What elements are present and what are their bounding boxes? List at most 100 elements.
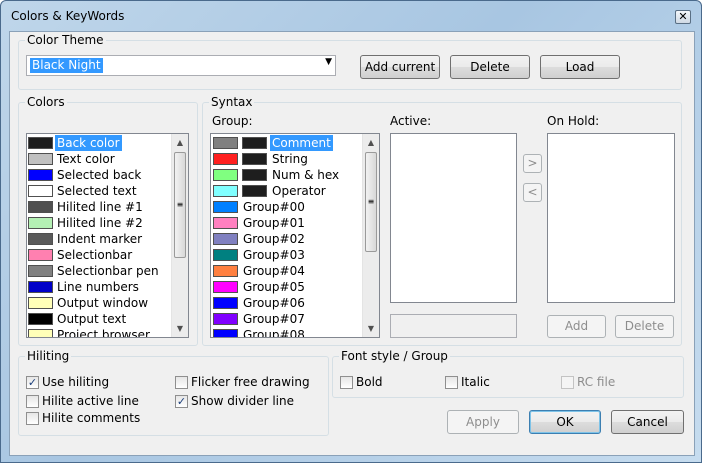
fg-color-swatch [213, 313, 238, 325]
checkbox-box[interactable] [340, 376, 353, 389]
color-swatch [28, 201, 53, 213]
color-item-label: Selected text [57, 184, 137, 198]
syntax-group-item[interactable]: Group#02 [211, 231, 363, 247]
fg-color-swatch [213, 185, 238, 197]
color-item-label: Line numbers [57, 280, 139, 294]
checkbox-box[interactable] [561, 376, 574, 389]
window-title: Colors & KeyWords [11, 9, 125, 23]
fg-color-swatch [213, 249, 238, 261]
scroll-up-icon[interactable]: ▲ [172, 134, 188, 151]
colors-listbox[interactable]: Project browser Output text Output window L… [26, 133, 189, 338]
color-item-label: Project browser [57, 328, 150, 338]
checkbox-label: RC file [577, 375, 616, 389]
checkmark-icon[interactable]: ✓ [175, 395, 188, 408]
syntax-group-item[interactable]: Num & hex [211, 167, 363, 183]
color-swatch [28, 185, 53, 197]
chevron-down-icon: ▼ [325, 57, 332, 67]
apply-button[interactable]: Apply [447, 410, 519, 434]
add-current-button[interactable]: Add current [360, 55, 440, 79]
color-list-item[interactable]: Indent marker [27, 231, 172, 247]
fg-color-swatch [213, 329, 238, 337]
color-item-label: Hilited line #2 [57, 216, 143, 230]
color-item-label: Text color [57, 152, 115, 166]
syntax-group-item[interactable]: Group#01 [211, 215, 363, 231]
fg-color-swatch [213, 153, 238, 165]
syntax-group-label: String [272, 152, 308, 166]
color-list-item[interactable]: Selected back [27, 167, 172, 183]
syntax-scroll-thumb[interactable]: ≡ [365, 152, 377, 252]
color-list-item[interactable]: Selected text [27, 183, 172, 199]
color-list-item[interactable]: Selectionbar pen [27, 263, 172, 279]
scroll-down-icon[interactable]: ▼ [363, 320, 379, 337]
scroll-up-icon[interactable]: ▲ [363, 134, 379, 151]
color-item-label: Output text [57, 312, 127, 326]
syntax-group-item[interactable]: Group#04 [211, 263, 363, 279]
fg-color-swatch [213, 233, 238, 245]
syntax-group-item[interactable]: String [211, 151, 363, 167]
bg-color-swatch [242, 185, 267, 197]
syntax-group-label: Group#00 [243, 200, 305, 214]
syntax-scrollbar[interactable]: ▲ ≡ ▼ [362, 134, 379, 337]
delete-syntax-button[interactable]: Delete [615, 315, 674, 338]
add-syntax-button[interactable]: Add [547, 315, 606, 338]
color-theme-combo[interactable]: Black Night ▼ [26, 55, 336, 76]
active-text-field[interactable] [390, 314, 517, 338]
color-list-item[interactable]: Line numbers [27, 279, 172, 295]
move-right-button[interactable]: > [523, 154, 542, 173]
font-style-label: Font style / Group [339, 349, 450, 363]
color-swatch [28, 313, 53, 325]
color-list-item[interactable]: Back color [27, 135, 172, 151]
syntax-group-item[interactable]: Operator [211, 183, 363, 199]
ok-button[interactable]: OK [529, 410, 601, 434]
color-list-item[interactable]: Project browser [27, 327, 172, 338]
checkbox-box[interactable] [445, 376, 458, 389]
checkbox-box[interactable] [175, 376, 188, 389]
color-swatch [28, 281, 53, 293]
color-list-item[interactable]: Output window [27, 295, 172, 311]
color-swatch [28, 249, 53, 261]
scroll-down-icon[interactable]: ▼ [172, 320, 188, 337]
fg-color-swatch [213, 137, 238, 149]
color-list-item[interactable]: Text color [27, 151, 172, 167]
colors-scrollbar[interactable]: ▲ ≡ ▼ [171, 134, 188, 337]
color-list-item[interactable]: Hilited line #1 [27, 199, 172, 215]
syntax-group-item[interactable]: Group#00 [211, 199, 363, 215]
color-list-item[interactable]: Output text [27, 311, 172, 327]
syntax-label: Syntax [209, 95, 255, 109]
checkmark-icon[interactable]: ✓ [26, 376, 39, 389]
syntax-group-item[interactable]: Comment [211, 135, 363, 151]
checkbox-label: Hilite comments [42, 411, 141, 425]
syntax-group-label: Comment [270, 135, 333, 151]
checkbox-box[interactable] [26, 412, 39, 425]
cancel-button[interactable]: Cancel [611, 410, 684, 434]
syntax-group-item[interactable]: Group#03 [211, 247, 363, 263]
checkbox-label: Flicker free drawing [191, 375, 310, 389]
checkbox-box[interactable] [26, 395, 39, 408]
colors-scroll-thumb[interactable]: ≡ [174, 152, 186, 258]
load-theme-button[interactable]: Load [540, 55, 620, 79]
color-list-item[interactable]: Hilited line #2 [27, 215, 172, 231]
fg-color-swatch [213, 217, 238, 229]
move-left-button[interactable]: < [523, 183, 542, 202]
title-bar[interactable]: Colors & KeyWords ✕ [1, 1, 701, 31]
delete-theme-button[interactable]: Delete [450, 55, 530, 79]
on-hold-listbox[interactable] [547, 133, 675, 303]
color-swatch [28, 137, 53, 149]
fg-color-swatch [213, 169, 238, 181]
fg-color-swatch [213, 281, 238, 293]
color-list-item[interactable]: Selectionbar [27, 247, 172, 263]
syntax-group-label: Group#01 [243, 216, 305, 230]
color-swatch [28, 169, 53, 181]
syntax-group-label: Group#06 [243, 296, 305, 310]
close-button[interactable]: ✕ [675, 10, 691, 24]
active-listbox[interactable] [390, 133, 517, 303]
grip-icon: ≡ [176, 200, 184, 209]
syntax-group-item[interactable]: Group#07 [211, 311, 363, 327]
color-swatch [28, 297, 53, 309]
colors-label: Colors [25, 95, 67, 109]
syntax-group-item[interactable]: Group#06 [211, 295, 363, 311]
syntax-group-label: Num & hex [272, 168, 340, 182]
syntax-group-listbox[interactable]: Group#08 Group#07 Group#06 Group#05 Group#04… [210, 133, 380, 338]
syntax-group-item[interactable]: Group#08 [211, 327, 363, 337]
syntax-group-item[interactable]: Group#05 [211, 279, 363, 295]
